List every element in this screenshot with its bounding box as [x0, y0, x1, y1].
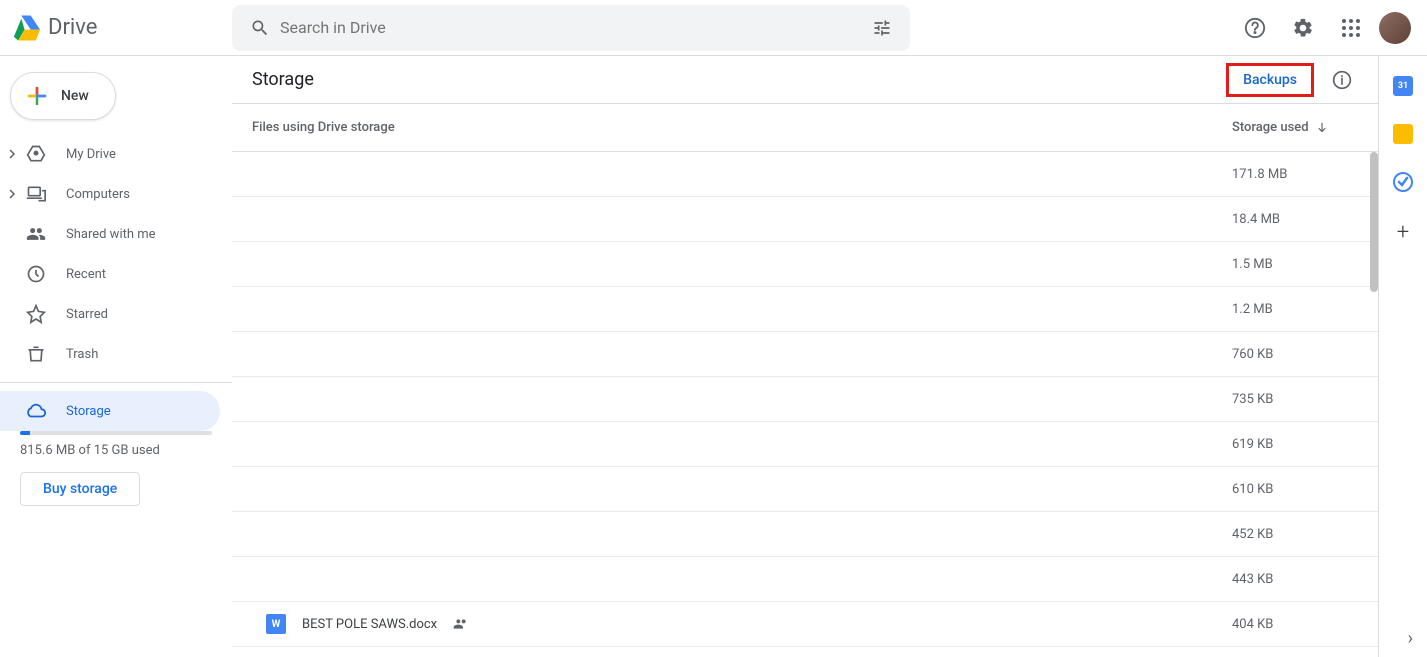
scrollbar[interactable]: [1370, 152, 1378, 292]
recent-icon: [24, 262, 48, 286]
info-icon[interactable]: [1322, 60, 1362, 100]
new-button[interactable]: New: [10, 72, 116, 120]
file-size: 171.8 MB: [1232, 167, 1362, 182]
table-row[interactable]: 1.2 MB: [232, 287, 1378, 332]
file-size: 619 KB: [1232, 437, 1362, 452]
nav-label: Shared with me: [66, 227, 156, 242]
table-row[interactable]: 18.4 MB: [232, 197, 1378, 242]
app-header: Drive: [0, 0, 1427, 56]
new-label: New: [61, 88, 89, 104]
sidebar-item-shared[interactable]: Shared with me: [0, 214, 220, 254]
storage-used-text: 815.6 MB of 15 GB used: [20, 443, 212, 458]
file-size: 1.5 MB: [1232, 257, 1362, 272]
chevron-right-icon: [6, 148, 18, 160]
collapse-panel-icon[interactable]: ›: [1408, 628, 1413, 649]
search-icon[interactable]: [240, 8, 280, 48]
file-size: 18.4 MB: [1232, 212, 1362, 227]
file-size: 1.2 MB: [1232, 302, 1362, 317]
table-row[interactable]: 760 KB: [232, 332, 1378, 377]
search-input[interactable]: [280, 18, 862, 37]
cloud-icon: [24, 399, 48, 423]
avatar[interactable]: [1379, 12, 1411, 44]
trash-icon: [24, 342, 48, 366]
logo-area[interactable]: Drive: [12, 15, 232, 41]
file-name: BEST POLE SAWS.docx: [302, 617, 437, 632]
settings-icon[interactable]: [1283, 8, 1323, 48]
sidebar-item-starred[interactable]: Starred: [0, 294, 220, 334]
buy-storage-button[interactable]: Buy storage: [20, 472, 140, 506]
table-row[interactable]: 1.5 MB: [232, 242, 1378, 287]
storage-progress: [20, 431, 212, 435]
storage-section: 815.6 MB of 15 GB used Buy storage: [0, 431, 232, 506]
apps-icon[interactable]: [1331, 8, 1371, 48]
file-size: 452 KB: [1232, 527, 1362, 542]
plus-icon: [25, 84, 49, 108]
file-size: 760 KB: [1232, 347, 1362, 362]
table-row[interactable]: 452 KB: [232, 512, 1378, 557]
shared-badge-icon: [453, 616, 469, 632]
sidebar-item-recent[interactable]: Recent: [0, 254, 220, 294]
search-bar[interactable]: [232, 5, 910, 51]
calendar-icon[interactable]: 31: [1393, 76, 1413, 96]
header-actions: [1235, 8, 1419, 48]
table-row[interactable]: 171.8 MB: [232, 152, 1378, 197]
file-size: 735 KB: [1232, 392, 1362, 407]
nav-label: Recent: [66, 267, 106, 282]
nav-label: Computers: [66, 187, 130, 202]
shared-icon: [24, 222, 48, 246]
table-row[interactable]: 619 KB: [232, 422, 1378, 467]
nav-label: Storage: [66, 404, 111, 419]
sidebar-item-trash[interactable]: Trash: [0, 334, 220, 374]
main-header: Storage Backups: [232, 56, 1378, 104]
search-options-icon[interactable]: [862, 8, 902, 48]
file-size: 404 KB: [1232, 617, 1362, 632]
keep-icon[interactable]: [1393, 124, 1413, 144]
page-title: Storage: [252, 69, 1226, 90]
nav-label: Trash: [66, 347, 98, 362]
my-drive-icon: [24, 142, 48, 166]
file-size: 443 KB: [1232, 572, 1362, 587]
drive-logo-icon: [12, 15, 40, 41]
chevron-right-icon: [6, 188, 18, 200]
col-files-label[interactable]: Files using Drive storage: [252, 120, 1232, 135]
sidebar-item-storage[interactable]: Storage: [0, 391, 220, 431]
tasks-icon[interactable]: [1393, 172, 1413, 192]
add-on-icon[interactable]: +: [1397, 220, 1409, 245]
help-icon[interactable]: [1235, 8, 1275, 48]
backups-button[interactable]: Backups: [1226, 63, 1314, 97]
sidebar-item-my-drive[interactable]: My Drive: [0, 134, 220, 174]
sidebar: New My Drive Computers Shared with me Re…: [0, 56, 232, 657]
divider: [0, 382, 232, 383]
file-size: 610 KB: [1232, 482, 1362, 497]
computers-icon: [24, 182, 48, 206]
col-storage-label[interactable]: Storage used: [1232, 120, 1362, 135]
word-file-icon: W: [266, 614, 286, 634]
file-rows: 171.8 MB 18.4 MB 1.5 MB 1.2 MB 760 KB 735 KB 6…: [232, 152, 1378, 657]
table-row[interactable]: 443 KB: [232, 557, 1378, 602]
main-content: Storage Backups Files using Drive storag…: [232, 56, 1379, 657]
column-header: Files using Drive storage Storage used: [232, 104, 1378, 152]
table-row[interactable]: 610 KB: [232, 467, 1378, 512]
star-icon: [24, 302, 48, 326]
arrow-down-icon: [1315, 121, 1329, 135]
side-panel: 31 + ›: [1379, 56, 1427, 657]
sidebar-item-computers[interactable]: Computers: [0, 174, 220, 214]
table-row[interactable]: W BEST POLE SAWS.docx 404 KB: [232, 602, 1378, 647]
table-row[interactable]: 735 KB: [232, 377, 1378, 422]
nav-label: Starred: [66, 307, 108, 322]
app-name: Drive: [48, 15, 97, 40]
nav-label: My Drive: [66, 147, 116, 162]
